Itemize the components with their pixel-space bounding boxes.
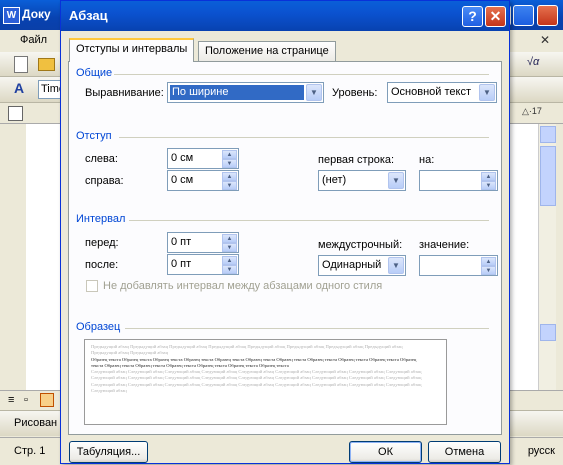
preview-sample-paragraph: Образец текста Образец текста Образец те… bbox=[91, 356, 417, 368]
spacing-heading: Интервал bbox=[76, 213, 126, 225]
indent-left-label: слева: bbox=[85, 153, 118, 165]
drawing-menu[interactable]: Рисован bbox=[14, 417, 57, 429]
preview-divider bbox=[125, 328, 489, 329]
tab-stop-selector[interactable] bbox=[8, 106, 23, 121]
before-label: перед: bbox=[85, 237, 119, 249]
spin-up-icon[interactable]: ▲ bbox=[222, 150, 237, 159]
cancel-button[interactable]: Отмена bbox=[428, 441, 501, 463]
indent-right-label: справа: bbox=[85, 175, 124, 187]
open-folder-icon[interactable] bbox=[38, 58, 55, 71]
dialog-title-bar[interactable]: Абзац ? ✕ bbox=[61, 1, 509, 31]
scroll-down-icon[interactable] bbox=[540, 324, 556, 341]
by-spinner[interactable]: ▲ ▼ bbox=[419, 170, 498, 191]
indent-divider bbox=[119, 137, 489, 138]
before-spinner[interactable]: 0 пт ▲ ▼ bbox=[167, 232, 239, 253]
menu-file[interactable]: Файл bbox=[20, 34, 47, 46]
word-icon: W bbox=[3, 7, 20, 24]
at-spinner[interactable]: ▲ ▼ bbox=[419, 255, 498, 276]
after-value: 0 пт bbox=[171, 258, 192, 270]
chevron-down-icon[interactable]: ▼ bbox=[479, 84, 495, 101]
preview-box: Предыдущий абзац Предыдущий абзац Предыд… bbox=[84, 339, 447, 425]
spin-up-icon[interactable]: ▲ bbox=[222, 234, 237, 243]
indent-right-value: 0 см bbox=[171, 174, 194, 186]
scroll-up-icon[interactable] bbox=[540, 126, 556, 143]
ruler-indent-marker-icon[interactable]: △·17 bbox=[522, 106, 542, 117]
tab-indents-spacing[interactable]: Отступы и интервалы bbox=[69, 38, 195, 62]
preview-previous-paragraph: Предыдущий абзац Предыдущий абзац Предыд… bbox=[91, 344, 403, 356]
level-label: Уровень: bbox=[332, 87, 378, 99]
line-spacing-value: Одинарный bbox=[322, 259, 382, 271]
background-close-icon[interactable] bbox=[537, 5, 558, 26]
level-value: Основной текст bbox=[391, 86, 471, 98]
at-label: значение: bbox=[419, 239, 470, 251]
close-button[interactable]: ✕ bbox=[485, 6, 506, 27]
spin-up-icon[interactable]: ▲ bbox=[222, 256, 237, 265]
preview-next-paragraph: Следующий абзац Следующий абзац Следующи… bbox=[91, 369, 422, 394]
preview-heading: Образец bbox=[76, 321, 121, 333]
spin-down-icon[interactable]: ▼ bbox=[481, 181, 496, 190]
vertical-ruler bbox=[0, 124, 27, 390]
styles-icon[interactable]: A bbox=[14, 80, 24, 96]
spin-down-icon[interactable]: ▼ bbox=[222, 243, 237, 252]
chevron-down-icon[interactable]: ▼ bbox=[388, 172, 404, 189]
print-view-icon[interactable] bbox=[40, 393, 54, 407]
maximize-icon[interactable] bbox=[513, 5, 534, 26]
alignment-select[interactable]: По ширине ▼ bbox=[167, 82, 324, 103]
help-button[interactable]: ? bbox=[462, 6, 483, 27]
indent-left-spinner[interactable]: 0 см ▲ ▼ bbox=[167, 148, 239, 169]
spin-down-icon[interactable]: ▼ bbox=[222, 181, 237, 190]
menu-close-icon[interactable]: ✕ bbox=[540, 33, 550, 47]
after-label: после: bbox=[85, 259, 119, 271]
status-page: Стр. 1 bbox=[14, 445, 46, 457]
level-select[interactable]: Основной текст ▼ bbox=[387, 82, 497, 103]
indent-left-value: 0 см bbox=[171, 152, 194, 164]
no-space-label: Не добавлять интервал между абзацами одн… bbox=[103, 280, 383, 292]
chevron-down-icon[interactable]: ▼ bbox=[388, 257, 404, 274]
line-spacing-label: междустрочный: bbox=[318, 239, 403, 251]
by-label: на: bbox=[419, 154, 435, 166]
general-divider bbox=[114, 74, 489, 75]
first-line-label: первая строка: bbox=[318, 154, 395, 166]
new-document-icon[interactable] bbox=[14, 56, 28, 73]
ok-button[interactable]: ОК bbox=[349, 441, 422, 463]
scroll-thumb[interactable] bbox=[540, 146, 556, 206]
normal-view-icon[interactable]: ≡ bbox=[8, 394, 14, 406]
indent-right-spinner[interactable]: 0 см ▲ ▼ bbox=[167, 170, 239, 191]
vertical-scrollbar[interactable] bbox=[538, 124, 556, 390]
tabs-button[interactable]: Табуляция... bbox=[69, 441, 148, 463]
web-view-icon[interactable]: ▫ bbox=[24, 394, 28, 406]
equation-icon[interactable]: √α bbox=[527, 56, 543, 72]
spin-down-icon[interactable]: ▼ bbox=[222, 265, 237, 274]
spin-up-icon[interactable]: ▲ bbox=[222, 172, 237, 181]
alignment-value: По ширине bbox=[170, 85, 304, 100]
dialog-title: Абзац bbox=[69, 8, 108, 23]
tab-page-position[interactable]: Положение на странице bbox=[198, 41, 336, 61]
first-line-select[interactable]: (нет) ▼ bbox=[318, 170, 406, 191]
chevron-down-icon[interactable]: ▼ bbox=[306, 84, 322, 101]
general-heading: Общие bbox=[76, 67, 113, 79]
line-spacing-select[interactable]: Одинарный ▼ bbox=[318, 255, 406, 276]
spin-down-icon[interactable]: ▼ bbox=[481, 266, 496, 275]
first-line-value: (нет) bbox=[322, 174, 347, 186]
spin-down-icon[interactable]: ▼ bbox=[222, 159, 237, 168]
status-language: русск bbox=[527, 445, 555, 457]
after-spinner[interactable]: 0 пт ▲ ▼ bbox=[167, 254, 239, 275]
background-title: Доку bbox=[22, 7, 51, 21]
before-value: 0 пт bbox=[171, 236, 192, 248]
spacing-divider bbox=[129, 220, 489, 221]
alignment-label: Выравнивание: bbox=[85, 87, 164, 99]
indent-heading: Отступ bbox=[76, 130, 112, 142]
paragraph-dialog: Абзац ? ✕ Положение на странице Отступы … bbox=[60, 0, 510, 464]
no-space-checkbox[interactable] bbox=[86, 280, 98, 292]
spin-up-icon[interactable]: ▲ bbox=[481, 257, 496, 266]
spin-up-icon[interactable]: ▲ bbox=[481, 172, 496, 181]
